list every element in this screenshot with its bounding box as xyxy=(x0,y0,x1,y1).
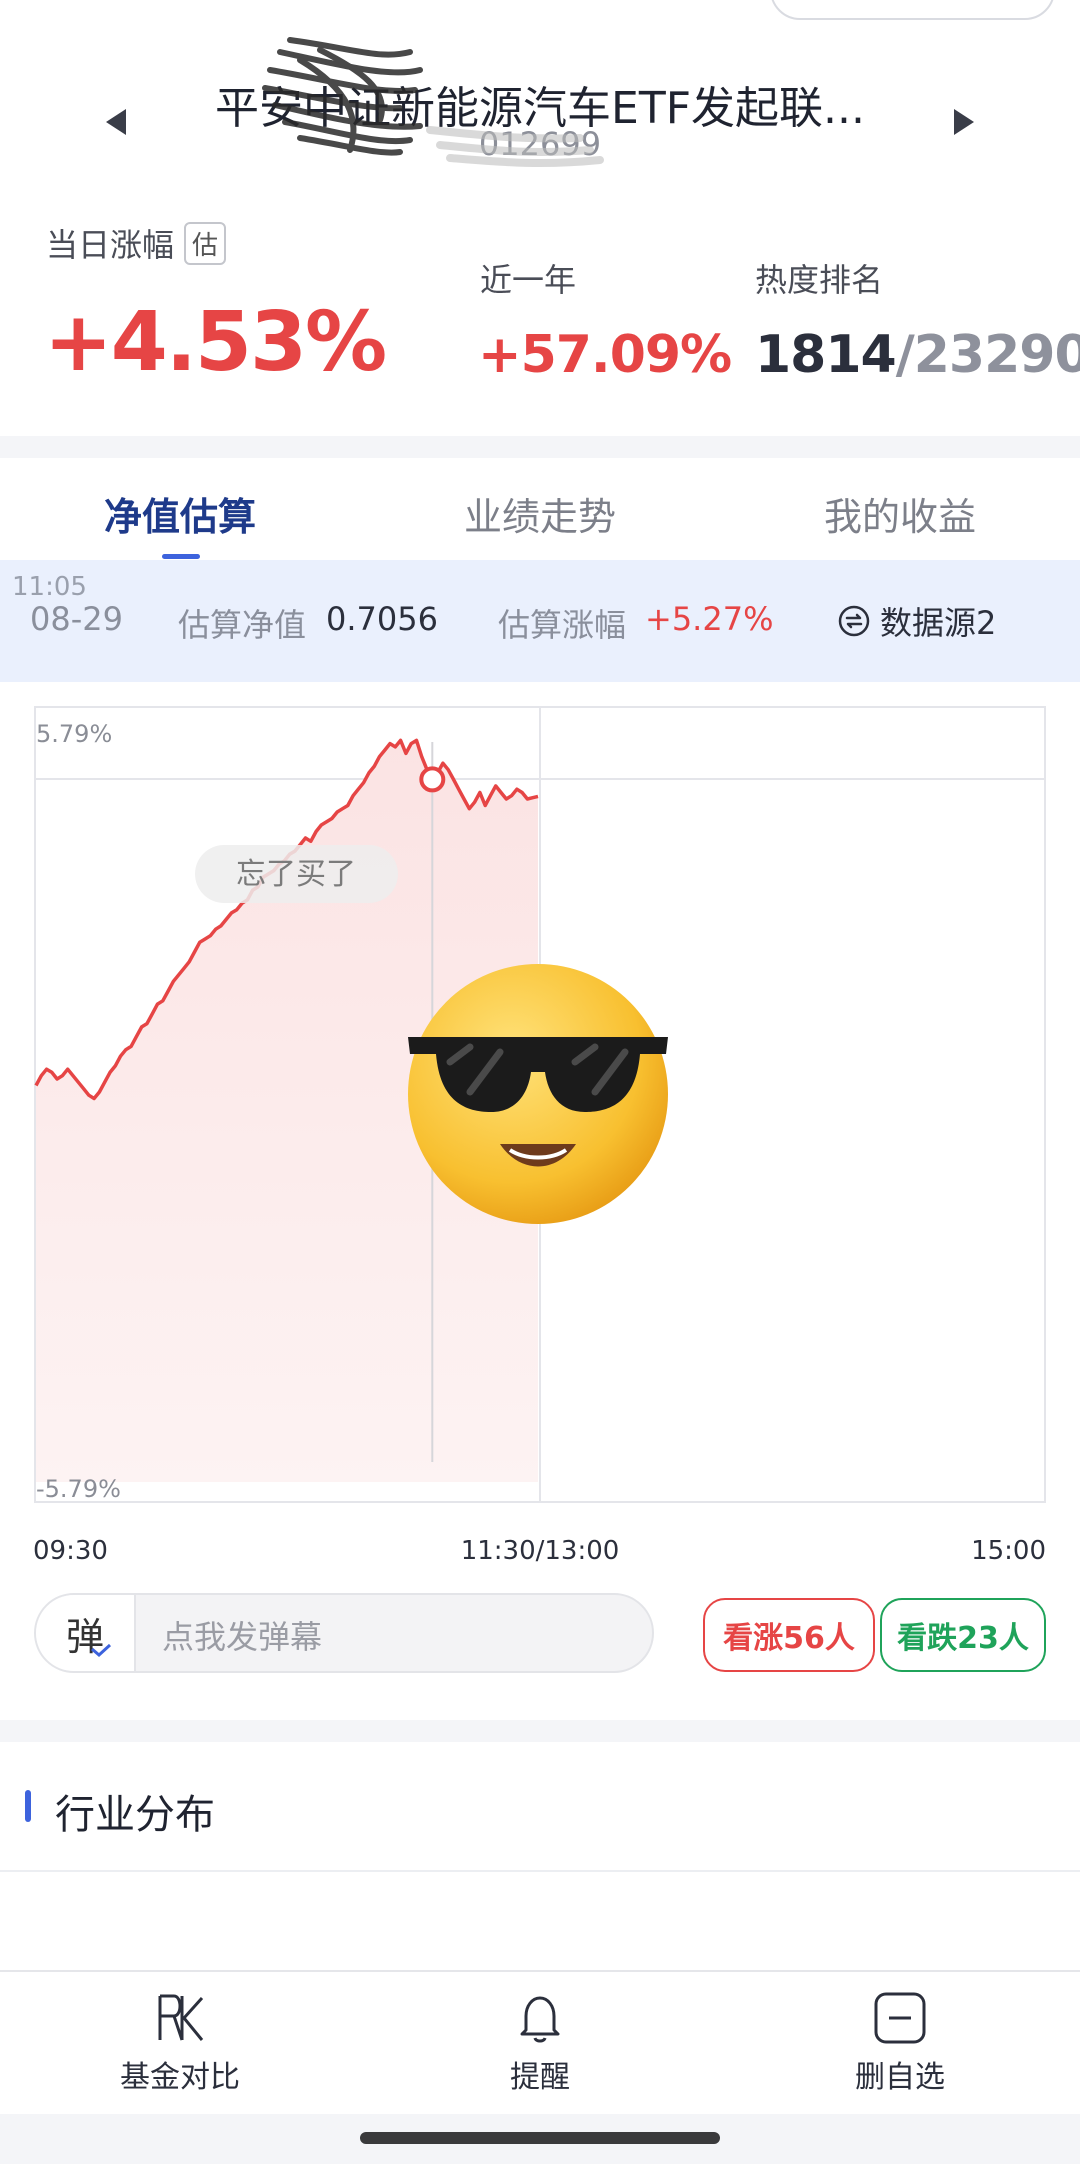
tab-my-profit[interactable]: 我的收益 xyxy=(750,486,1050,541)
data-source-button[interactable]: 数据源2 xyxy=(838,598,996,644)
x-tick-midday: 11:30/13:00 xyxy=(461,1536,620,1562)
data-source-label: 数据源2 xyxy=(880,604,997,642)
scribble-overlay xyxy=(262,37,604,168)
chart-current-point xyxy=(419,766,446,793)
top-pill-button[interactable] xyxy=(770,0,1055,20)
heat-rank-value: 1814/23290 xyxy=(755,325,1080,385)
compare-icon xyxy=(158,1994,204,2041)
chart-marker-bubble: 忘了买了 xyxy=(195,845,398,903)
intraday-chart[interactable]: 5.79% -5.79% 忘了买了 09:30 11:30/13:00 15:0… xyxy=(0,682,1080,1562)
info-time: 11:05 xyxy=(12,572,87,602)
heat-rank-label: 热度排名 xyxy=(755,261,884,299)
tab-nav-estimate[interactable]: 净值估算 xyxy=(30,486,330,541)
vote-up-button[interactable]: 看涨56人 xyxy=(703,1598,875,1672)
year-change-value: +57.09% xyxy=(478,325,732,385)
fund-compare-button[interactable]: 基金对比 xyxy=(60,1990,300,2096)
x-tick-end: 15:00 xyxy=(971,1536,1046,1562)
bell-icon xyxy=(520,1996,560,2043)
estimated-nav-value: 0.7056 xyxy=(326,600,438,638)
check-icon xyxy=(91,1643,112,1657)
sunglasses-emoji-icon xyxy=(408,964,668,1224)
industry-title: 行业分布 xyxy=(55,1792,215,1838)
heat-rank-current: 1814 xyxy=(755,325,897,385)
today-change-value: +4.53% xyxy=(44,295,387,390)
x-tick-start: 09:30 xyxy=(33,1536,108,1562)
vote-down-button[interactable]: 看跌23人 xyxy=(880,1598,1046,1672)
tab-bar: 净值估算 业绩走势 我的收益 xyxy=(0,458,1080,560)
danmu-placeholder: 点我发弹幕 xyxy=(162,1618,323,1656)
today-change-label-text: 当日涨幅 xyxy=(46,226,175,264)
reminder-button[interactable]: 提醒 xyxy=(420,1990,660,2096)
year-change-label: 近一年 xyxy=(480,261,577,299)
reminder-label: 提醒 xyxy=(510,2060,570,2095)
y-max-label: 5.79% xyxy=(36,720,112,748)
active-tab-indicator xyxy=(162,554,200,559)
y-min-label: -5.79% xyxy=(36,1475,121,1503)
info-date: 08-29 xyxy=(30,600,123,638)
fund-compare-label: 基金对比 xyxy=(120,2060,240,2095)
home-indicator xyxy=(360,2132,720,2144)
remove-watchlist-button[interactable]: 删自选 xyxy=(780,1990,1020,2096)
danmu-icon[interactable]: 弹 xyxy=(36,1595,136,1671)
estimated-nav-label: 估算净值 xyxy=(178,606,307,644)
section-accent-bar xyxy=(25,1790,31,1822)
chart-marker-text: 忘了买了 xyxy=(236,857,356,892)
remove-watchlist-icon xyxy=(874,1992,926,2044)
heat-rank-total: /23290 xyxy=(895,325,1080,385)
section-divider xyxy=(0,1870,1080,1872)
today-change-label: 当日涨幅 估 xyxy=(46,220,227,266)
swap-icon xyxy=(838,605,870,637)
estimate-badge: 估 xyxy=(184,221,227,265)
estimated-change-label: 估算涨幅 xyxy=(498,606,627,644)
industry-section xyxy=(0,1742,1080,1972)
tab-performance[interactable]: 业绩走势 xyxy=(390,486,690,541)
estimated-change-value: +5.27% xyxy=(645,600,774,638)
remove-watchlist-label: 删自选 xyxy=(855,2060,945,2095)
